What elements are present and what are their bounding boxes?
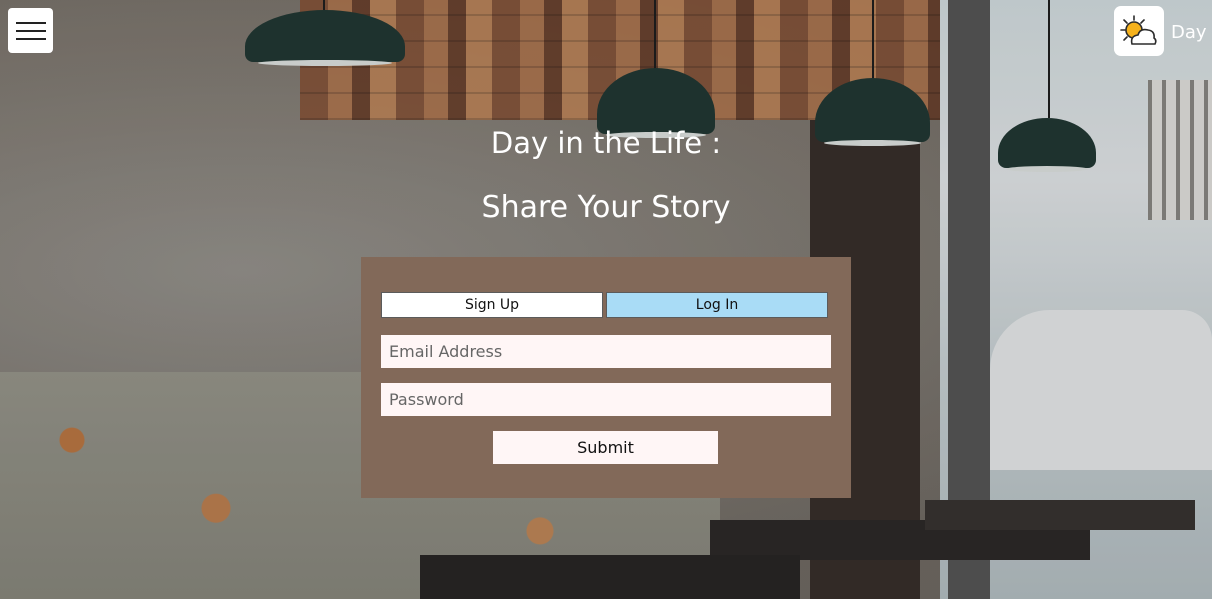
auth-panel: Sign Up Log In Submit [361, 257, 851, 498]
weather-mode-label: Day [1171, 22, 1207, 43]
menu-button[interactable] [8, 8, 53, 53]
hamburger-menu-icon [15, 21, 46, 24]
submit-button[interactable]: Submit [493, 431, 718, 464]
tab-log-in[interactable]: Log In [606, 292, 828, 318]
weather-toggle-button[interactable] [1114, 6, 1164, 56]
tab-sign-up[interactable]: Sign Up [381, 292, 603, 318]
email-field[interactable] [381, 335, 831, 368]
page-subtitle: Share Your Story [481, 190, 731, 225]
hamburger-menu-icon [15, 29, 46, 32]
password-field[interactable] [381, 383, 831, 416]
partly-cloudy-sun-icon [1120, 15, 1157, 45]
page-title: Day in the Life : [490, 126, 722, 160]
hamburger-menu-icon [15, 37, 46, 40]
